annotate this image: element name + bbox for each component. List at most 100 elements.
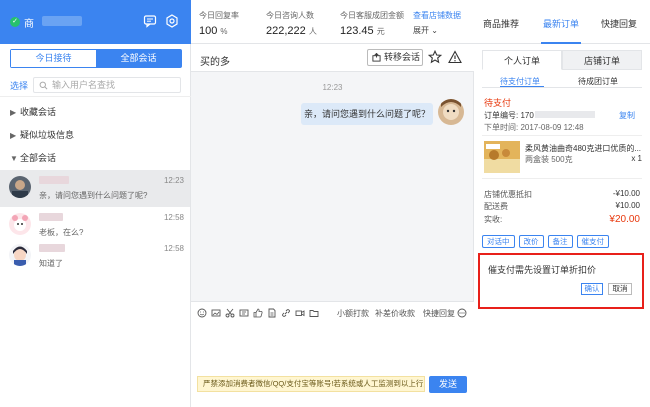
composer-toolbar: 小额打款 补差价收款 快捷回复 <box>191 301 474 323</box>
coupon-icon[interactable] <box>239 308 249 318</box>
folder-icon[interactable] <box>309 308 319 318</box>
message-timestamp: 12:23 <box>322 83 343 92</box>
confirm-button[interactable]: 确认 <box>581 283 603 295</box>
order-actions: 对话中 改价 备注 催支付 <box>482 235 609 249</box>
change-price-button[interactable]: 改价 <box>518 235 544 248</box>
star-icon[interactable] <box>428 50 442 64</box>
product-quantity: x 1 <box>631 154 642 163</box>
link-icon[interactable] <box>281 308 291 318</box>
stat-label: 今日客服成团金额 <box>340 11 404 20</box>
chat-list-item[interactable]: 知道了 12:58 <box>0 238 190 275</box>
order-card: 待支付 订单编号: 170 复制 下单时间: 2017-08-09 12:48 … <box>482 91 642 254</box>
tab-shop-orders[interactable]: 店铺订单 <box>562 50 642 70</box>
chat-time: 12:58 <box>163 244 184 253</box>
tab-all-sessions[interactable]: 全部会话 <box>96 50 181 67</box>
left-topbar: ✓ 商 <box>0 0 191 44</box>
expand-stats-button[interactable]: 展开 ⌄ <box>413 25 438 36</box>
chat-user-name-redacted <box>39 213 63 221</box>
avatar <box>9 176 31 198</box>
active-tab-indicator <box>541 42 581 44</box>
send-button[interactable]: 发送 <box>429 376 467 393</box>
stat-value: 100 % <box>199 25 228 37</box>
conversation-header: 买的多 转移会话 <box>191 44 474 72</box>
cancel-button[interactable]: 取消 <box>608 283 632 295</box>
right-panel: 商品推荐 最新订单 快捷回复 个人订单 店铺订单 待支付订单 待成团订单 待支付… <box>474 0 650 407</box>
search-row: 选择 输入用户名查找 <box>0 72 191 97</box>
session-segmented-control: 今日接待 全部会话 <box>10 49 182 68</box>
urge-payment-popup: 催支付需先设置订单折扣价 确认 取消 <box>478 253 644 309</box>
urge-payment-button[interactable]: 催支付 <box>576 235 609 248</box>
thumbs-up-icon[interactable] <box>253 308 263 318</box>
tab-latest-orders[interactable]: 最新订单 <box>543 17 579 30</box>
group-all-sessions[interactable]: ▼ 全部会话 <box>10 151 56 164</box>
chat-last-message: 知道了 <box>39 259 63 268</box>
popup-message: 催支付需先设置订单折扣价 <box>488 265 597 275</box>
settings-gear-icon[interactable] <box>165 14 179 28</box>
order-time: 下单时间: 2017-08-09 12:48 <box>484 123 584 132</box>
price-difference-button[interactable]: 补差价收款 <box>375 308 415 319</box>
small-transfer-button[interactable]: 小额打款 <box>337 308 369 319</box>
group-favorites[interactable]: ▶ 收藏会话 <box>10 105 56 118</box>
right-tabs: 商品推荐 最新订单 快捷回复 <box>474 0 650 44</box>
stats-bar: 今日回复率 100 % 今日咨询人数 222,222 人 今日客服成团金额 12… <box>191 0 474 44</box>
product-name: 柔风黄油曲奇480克进口优质的... <box>525 144 642 153</box>
chat-time: 12:58 <box>163 213 184 222</box>
stat-label: 今日咨询人数 <box>266 11 314 20</box>
emoji-icon[interactable] <box>197 308 207 318</box>
paid-amount-row: 实收: ¥20.00 <box>484 214 640 225</box>
note-button[interactable]: 备注 <box>547 235 573 248</box>
message-input[interactable]: 严禁添加消费者微信/QQ/支付宝等账号!若系统或人工监测到以上行为 发送 <box>191 323 474 407</box>
agent-avatar <box>438 99 464 125</box>
stat-inquiries: 今日咨询人数 222,222 人 <box>266 10 317 37</box>
chat-user-name-redacted <box>39 244 65 252</box>
chat-bubble-icon[interactable] <box>143 14 157 28</box>
shop-discount-row: 店铺优惠抵扣 -¥10.00 <box>484 189 640 199</box>
group-spam[interactable]: ▶ 疑似垃圾信息 <box>10 128 74 141</box>
quick-reply-button[interactable]: 快捷回复 <box>423 308 455 319</box>
chat-last-message: 亲，请问您遇到什么问题了呢? <box>39 191 148 200</box>
order-number-redacted <box>535 111 595 118</box>
chat-last-message: 老板，在么? <box>39 228 84 237</box>
warning-icon[interactable] <box>448 50 462 64</box>
in-conversation-button[interactable]: 对话中 <box>482 235 515 248</box>
tab-quick-reply[interactable]: 快捷回复 <box>601 17 637 30</box>
shop-name-redacted <box>42 16 82 26</box>
copy-order-number-button[interactable]: 复制 <box>619 110 635 121</box>
app-window: ✓ 商 今日接待 全部会话 选择 输入用户名查找 ▶ 收藏会话 ▶ 疑似垃圾信息… <box>0 0 650 407</box>
tab-product-recommend[interactable]: 商品推荐 <box>483 17 519 30</box>
product-spec: 两盒装 500克 <box>525 155 573 164</box>
stat-value: 222,222 人 <box>266 25 317 37</box>
order-status-tabs: 待支付订单 待成团订单 <box>482 72 642 88</box>
tab-pending-group[interactable]: 待成团订单 <box>578 76 618 87</box>
more-icon[interactable] <box>457 308 467 318</box>
document-icon[interactable] <box>267 308 277 318</box>
chevron-right-icon: ▶ <box>10 131 17 140</box>
shop-name: 商 <box>24 19 34 30</box>
chevron-right-icon: ▶ <box>10 108 17 117</box>
chat-time: 12:23 <box>163 176 184 185</box>
stat-label: 今日回复率 <box>199 11 239 20</box>
user-search-input[interactable]: 输入用户名查找 <box>33 77 181 93</box>
online-status-icon[interactable]: ✓ <box>10 17 20 27</box>
conversation-panel: 今日回复率 100 % 今日咨询人数 222,222 人 今日客服成团金额 12… <box>191 0 474 407</box>
scissors-icon[interactable] <box>225 308 235 318</box>
chevron-down-icon: ▼ <box>10 154 18 163</box>
stat-group-sales: 今日客服成团金额 123.45 元 <box>340 10 404 37</box>
select-button[interactable]: 选择 <box>10 79 28 92</box>
left-panel: ✓ 商 今日接待 全部会话 选择 输入用户名查找 ▶ 收藏会话 ▶ 疑似垃圾信息… <box>0 0 191 407</box>
avatar <box>9 244 31 266</box>
order-type-tabs: 个人订单 店铺订单 <box>474 50 650 70</box>
tab-today-reception[interactable]: 今日接待 <box>11 50 96 67</box>
group-label: 疑似垃圾信息 <box>20 130 75 140</box>
view-shop-data-link[interactable]: 查看店铺数据 <box>413 10 461 21</box>
video-icon[interactable] <box>295 308 305 318</box>
group-label: 收藏会话 <box>20 107 57 117</box>
tab-personal-orders[interactable]: 个人订单 <box>482 50 562 70</box>
image-icon[interactable] <box>211 308 221 318</box>
transfer-icon <box>372 53 381 62</box>
search-icon <box>39 81 48 90</box>
stat-value: 123.45 元 <box>340 25 385 37</box>
stat-reply-rate: 今日回复率 100 % <box>199 10 239 37</box>
policy-notice: 严禁添加消费者微信/QQ/支付宝等账号!若系统或人工监测到以上行为 <box>197 376 425 392</box>
chat-list-item[interactable]: 亲，请问您遇到什么问题了呢? 12:23 <box>0 170 190 207</box>
